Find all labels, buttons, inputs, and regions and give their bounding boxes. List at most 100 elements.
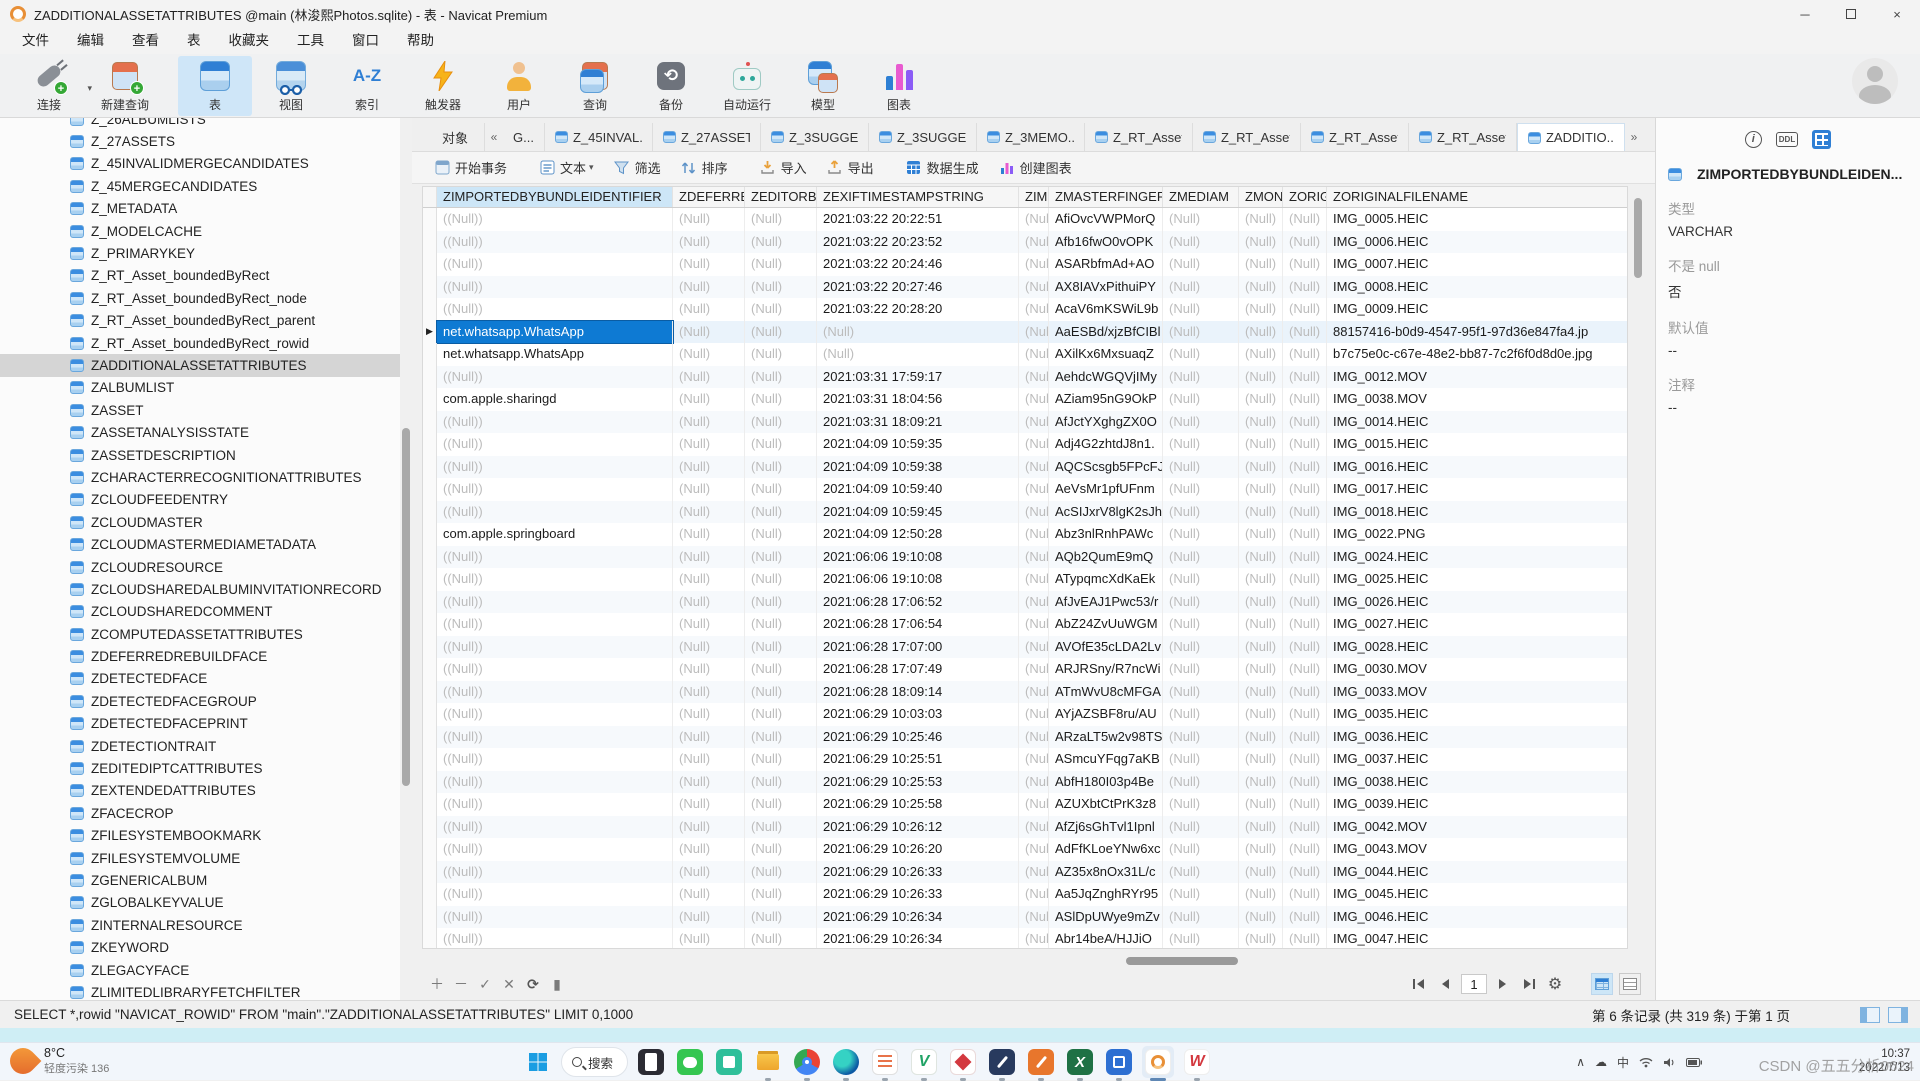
grid-cell[interactable]: (Null) — [745, 658, 817, 681]
grid-cell[interactable]: (Null) — [745, 838, 817, 861]
grid-cell[interactable]: (Null) — [745, 456, 817, 479]
grid-vertical-scrollbar-thumb[interactable] — [1634, 198, 1642, 278]
grid-cell[interactable]: ASARbfmAd+AO — [1049, 253, 1163, 276]
grid-cell[interactable]: (Null) — [1283, 366, 1327, 389]
grid-cell[interactable]: (Null) — [1019, 681, 1049, 704]
grid-cell[interactable]: (Null) — [1019, 456, 1049, 479]
grid-cell[interactable]: IMG_0006.HEIC — [1327, 231, 1628, 254]
tab-table-0[interactable]: G... — [503, 123, 545, 151]
sidebar-scrollbar-thumb[interactable] — [402, 428, 410, 786]
grid-cell[interactable]: (Null) — [1239, 523, 1283, 546]
sidebar-item-table[interactable]: ZASSET — [0, 399, 400, 421]
sidebar-item-table[interactable]: ZCLOUDFEEDENTRY — [0, 489, 400, 511]
sidebar-item-table[interactable]: ZEXTENDEDATTRIBUTES — [0, 780, 400, 802]
grid-cell[interactable]: (Null) — [745, 208, 817, 231]
taskbar-app-penorange[interactable] — [1025, 1046, 1057, 1078]
grid-cell[interactable]: 2021:06:29 10:26:12 — [817, 816, 1019, 839]
sidebar-item-table[interactable]: Z_45INVALIDMERGECANDIDATES — [0, 153, 400, 175]
sidebar-item-table[interactable]: ZCLOUDSHAREDCOMMENT — [0, 601, 400, 623]
grid-cell[interactable]: (Null) — [1019, 343, 1049, 366]
grid-cell[interactable]: ASmcuYFqg7aKB — [1049, 748, 1163, 771]
grid-cell[interactable]: ((Null)) — [437, 568, 673, 591]
row-marker[interactable] — [423, 613, 437, 636]
row-marker[interactable] — [423, 231, 437, 254]
grid-column-header[interactable]: ZORIG — [1283, 187, 1327, 207]
grid-cell[interactable]: (Null) — [1239, 388, 1283, 411]
grid-cell[interactable]: AZ35x8nOx31L/c — [1049, 861, 1163, 884]
grid-cell[interactable]: (Null) — [745, 253, 817, 276]
tab-table-2[interactable]: Z_27ASSET... — [653, 123, 761, 151]
grid-cell[interactable]: (Null) — [1163, 208, 1239, 231]
grid-cell[interactable]: 2021:06:28 17:06:52 — [817, 591, 1019, 614]
grid-cell[interactable]: (Null) — [745, 478, 817, 501]
grid-cell[interactable]: (Null) — [1163, 276, 1239, 299]
row-marker[interactable] — [423, 523, 437, 546]
grid-cell[interactable]: ATmWvU8cMFGA — [1049, 681, 1163, 704]
grid-cell[interactable]: com.apple.sharingd — [437, 388, 673, 411]
toolbar-button-connection[interactable]: +连接▾ — [12, 56, 86, 116]
grid-cell[interactable]: (Null) — [673, 546, 745, 569]
discard-changes-button[interactable]: ✕ — [498, 973, 520, 995]
row-marker[interactable] — [423, 343, 437, 366]
row-marker[interactable]: ▶ — [423, 321, 437, 344]
grid-cell[interactable]: AQb2QumE9mQ — [1049, 546, 1163, 569]
grid-cell[interactable]: (Null) — [1019, 231, 1049, 254]
grid-cell[interactable]: ((Null)) — [437, 231, 673, 254]
grid-cell[interactable]: IMG_0033.MOV — [1327, 681, 1628, 704]
grid-cell[interactable]: 2021:03:22 20:28:20 — [817, 298, 1019, 321]
grid-cell[interactable]: (Null) — [1283, 613, 1327, 636]
taskbar-app-folder[interactable] — [752, 1046, 784, 1078]
grid-cell[interactable]: (Null) — [1239, 703, 1283, 726]
grid-cell[interactable]: (Null) — [1239, 613, 1283, 636]
row-marker[interactable] — [423, 726, 437, 749]
sidebar-item-table[interactable]: ZALBUMLIST — [0, 377, 400, 399]
grid-cell[interactable]: (Null) — [1283, 928, 1327, 949]
grid-cell[interactable]: (Null) — [1019, 411, 1049, 434]
menu-item-2[interactable]: 查看 — [118, 28, 173, 54]
sidebar-item-table[interactable]: Z_26ALBUMLISTS — [0, 118, 400, 130]
grid-cell[interactable]: (Null) — [745, 703, 817, 726]
action-button-export[interactable]: 导出 — [819, 155, 882, 180]
grid-cell[interactable]: (Null) — [1163, 478, 1239, 501]
row-marker[interactable] — [423, 816, 437, 839]
grid-cell[interactable]: (Null) — [745, 523, 817, 546]
grid-cell[interactable]: (Null) — [1163, 703, 1239, 726]
grid-cell[interactable]: (Null) — [1283, 681, 1327, 704]
grid-cell[interactable]: (Null) — [1239, 433, 1283, 456]
sidebar-item-table[interactable]: ZCLOUDMASTERMEDIAMETADATA — [0, 533, 400, 555]
grid-cell[interactable]: ((Null)) — [437, 636, 673, 659]
grid-cell[interactable]: 2021:06:06 19:10:08 — [817, 546, 1019, 569]
taskbar-app-wechat[interactable] — [674, 1046, 706, 1078]
grid-cell[interactable]: ((Null)) — [437, 433, 673, 456]
grid-cell[interactable]: (Null) — [673, 681, 745, 704]
grid-cell[interactable]: 2021:06:29 10:25:51 — [817, 748, 1019, 771]
grid-cell[interactable]: (Null) — [745, 568, 817, 591]
action-button-transaction[interactable]: 开始事务 — [426, 155, 515, 180]
sidebar-item-table[interactable]: ZASSETDESCRIPTION — [0, 444, 400, 466]
grid-cell[interactable]: ((Null)) — [437, 906, 673, 929]
grid-cell[interactable]: (Null) — [1163, 366, 1239, 389]
grid-cell[interactable]: 2021:06:28 17:06:54 — [817, 613, 1019, 636]
sidebar-item-table[interactable]: ZKEYWORD — [0, 936, 400, 958]
sidebar-item-table[interactable]: ZCLOUDSHAREDALBUMINVITATIONRECORD — [0, 578, 400, 600]
grid-cell[interactable]: ((Null)) — [437, 681, 673, 704]
sidebar-item-table[interactable]: ZCLOUDRESOURCE — [0, 556, 400, 578]
grid-cell[interactable]: (Null) — [817, 343, 1019, 366]
grid-cell[interactable]: IMG_0025.HEIC — [1327, 568, 1628, 591]
grid-cell[interactable]: IMG_0028.HEIC — [1327, 636, 1628, 659]
grid-cell[interactable]: (Null) — [1283, 816, 1327, 839]
grid-cell[interactable]: IMG_0007.HEIC — [1327, 253, 1628, 276]
grid-cell[interactable]: 2021:03:31 18:09:21 — [817, 411, 1019, 434]
next-page-button[interactable] — [1493, 974, 1513, 994]
grid-cell[interactable]: 2021:06:28 18:09:14 — [817, 681, 1019, 704]
grid-view-toggle[interactable] — [1591, 973, 1613, 995]
grid-cell[interactable]: ((Null)) — [437, 726, 673, 749]
grid-cell[interactable]: IMG_0030.MOV — [1327, 658, 1628, 681]
sidebar-item-table[interactable]: ZINTERNALRESOURCE — [0, 914, 400, 936]
grid-cell[interactable]: 2021:03:22 20:23:52 — [817, 231, 1019, 254]
grid-cell[interactable]: ((Null)) — [437, 253, 673, 276]
grid-cell[interactable]: (Null) — [673, 816, 745, 839]
menu-item-7[interactable]: 帮助 — [393, 28, 448, 54]
tab-table-5[interactable]: Z_3MEMO... — [977, 123, 1085, 151]
grid-cell[interactable]: (Null) — [745, 613, 817, 636]
